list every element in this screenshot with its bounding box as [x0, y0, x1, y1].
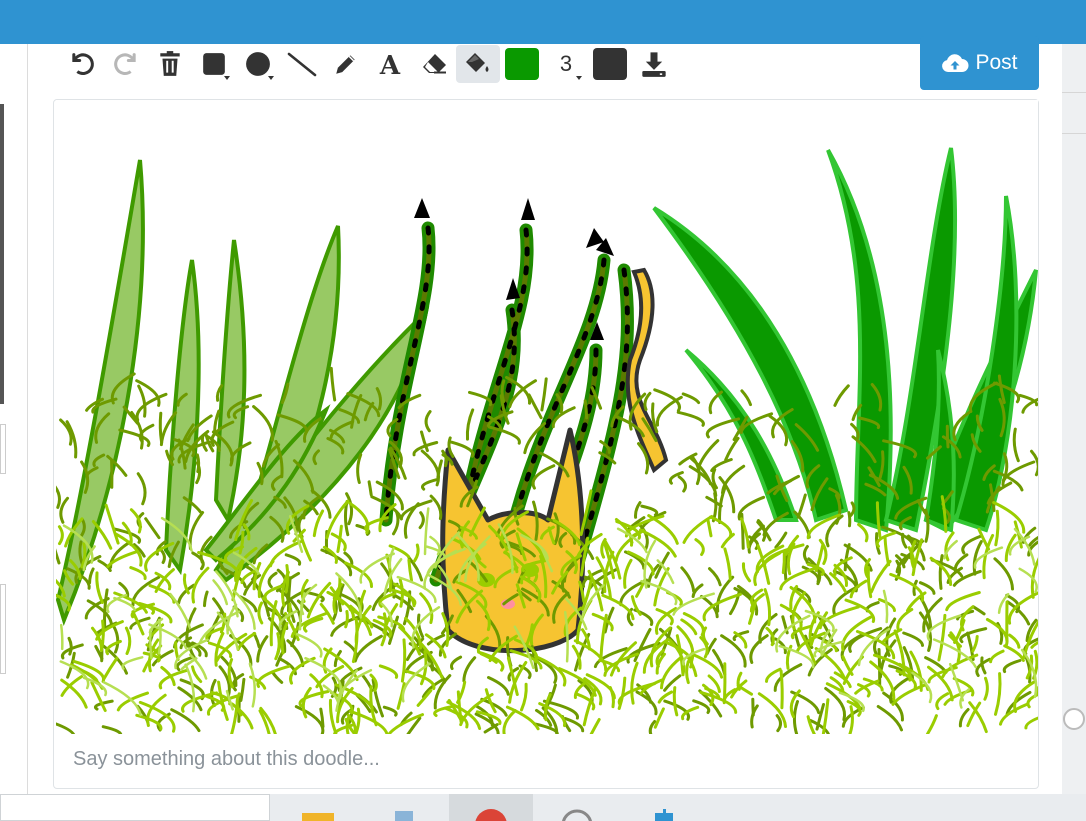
eraser-tool-button[interactable]: [412, 45, 456, 83]
drawing-toolbar: A 3: [60, 44, 676, 84]
grass-blade: [367, 480, 373, 497]
grass-blade: [945, 424, 950, 449]
grass-blade: [583, 399, 589, 420]
post-button-label: Post: [975, 51, 1018, 74]
notepad-icon: [395, 811, 413, 821]
taskbar: [0, 794, 1086, 821]
undo-icon: [72, 53, 94, 75]
grass-blade: [286, 602, 292, 622]
grass-blade: [781, 549, 786, 575]
taskbar-search-box[interactable]: [0, 794, 270, 821]
pencil-tool-button[interactable]: [324, 45, 368, 83]
grass-blade: [195, 453, 201, 474]
taskbar-chrome[interactable]: [449, 794, 533, 821]
ellipse-tool-button[interactable]: [236, 45, 280, 83]
clear-button[interactable]: [148, 45, 192, 83]
grass-blade: [284, 564, 290, 594]
download-icon: [642, 52, 666, 77]
grass-blade: [148, 628, 153, 660]
primary-color-picker[interactable]: [500, 45, 544, 83]
background-card: [0, 584, 6, 674]
eraser-icon: [423, 54, 446, 74]
secondary-color-swatch: [593, 48, 627, 80]
chevron-down-icon: [224, 76, 230, 80]
line-icon: [287, 52, 317, 77]
cloud-upload-icon: [942, 54, 969, 72]
redo-icon: [114, 53, 136, 75]
undo-button[interactable]: [60, 45, 104, 83]
text-icon: A: [379, 51, 401, 78]
secondary-color-picker[interactable]: [588, 45, 632, 83]
rectangle-tool-button[interactable]: [192, 45, 236, 83]
chevron-down-icon: [268, 76, 274, 80]
chevron-down-icon: [576, 76, 582, 80]
fill-bucket-icon: [466, 53, 489, 72]
doodle-canvas[interactable]: [56, 100, 1038, 734]
taskbar-app[interactable]: [621, 794, 705, 821]
text-tool-glyph: A: [379, 51, 401, 78]
media-icon: [562, 809, 592, 821]
brush-size-selector[interactable]: 3: [544, 45, 588, 83]
grass-blade: [685, 660, 690, 685]
trash-icon: [160, 51, 180, 76]
generic-app-icon: [655, 809, 673, 821]
line-tool-button[interactable]: [280, 45, 324, 83]
background-card: [0, 424, 6, 474]
background-card: [1062, 92, 1086, 134]
primary-color-swatch: [505, 48, 539, 80]
brush-size-value: 3: [559, 51, 573, 76]
grass-blade: [59, 623, 64, 651]
doodle-canvas-card: Say something about this doodle...: [53, 99, 1039, 789]
taskbar-file-explorer[interactable]: [276, 794, 360, 821]
chrome-icon: [475, 809, 507, 821]
post-button[interactable]: Post: [920, 36, 1039, 90]
grass-blade: [847, 511, 852, 528]
background-left-page: [0, 44, 28, 794]
grass-blade: [344, 610, 349, 629]
background-right-page: [1062, 44, 1086, 794]
rectangle-icon: [203, 53, 225, 75]
ellipse-icon: [246, 52, 270, 76]
background-thumbnail: [0, 104, 4, 404]
grass-blade: [158, 411, 164, 444]
redo-button[interactable]: [104, 45, 148, 83]
pencil-icon: [336, 55, 355, 74]
comment-input[interactable]: Say something about this doodle...: [73, 748, 380, 771]
background-circle-button: [1063, 708, 1085, 730]
grass-blade: [751, 697, 755, 717]
taskbar-notepad[interactable]: [362, 794, 446, 821]
download-button[interactable]: [632, 45, 676, 83]
grass-blade: [779, 669, 784, 710]
text-tool-button[interactable]: A: [368, 45, 412, 83]
file-explorer-icon: [302, 813, 334, 821]
doodle-drawing: [56, 100, 1038, 734]
fill-tool-button[interactable]: [456, 45, 500, 83]
taskbar-media[interactable]: [535, 794, 619, 821]
